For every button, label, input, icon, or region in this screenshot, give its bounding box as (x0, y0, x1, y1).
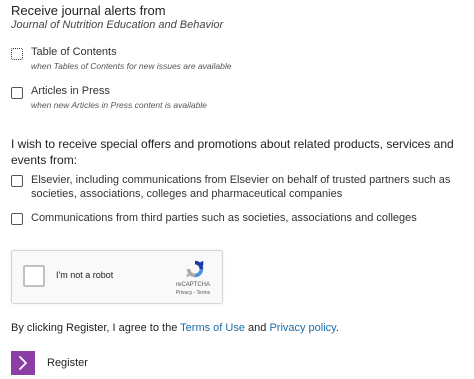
offers-intro: I wish to receive special offers and pro… (11, 137, 454, 167)
aip-label: Articles in Press (31, 85, 110, 97)
aip-description: when new Articles in Press content is av… (31, 100, 207, 110)
recaptcha-label: I'm not a robot (56, 270, 114, 280)
recaptcha-terms[interactable]: Privacy - Terms (167, 290, 219, 296)
elsevier-checkbox[interactable] (11, 175, 23, 187)
alerts-heading: Receive journal alerts from (11, 3, 166, 18)
journal-name: Journal of Nutrition Education and Behav… (11, 19, 224, 31)
agreement-middle: and (244, 322, 270, 334)
privacy-policy-link[interactable]: Privacy policy (269, 322, 335, 334)
recaptcha-checkbox[interactable] (23, 265, 45, 287)
chevron-right-icon[interactable] (11, 351, 35, 375)
third-party-checkbox[interactable] (11, 213, 23, 225)
agreement-text: By clicking Register, I agree to the Ter… (11, 322, 339, 334)
agreement-suffix: . (335, 322, 339, 334)
aip-checkbox[interactable] (11, 87, 23, 99)
third-party-label: Communications from third parties such a… (31, 212, 417, 224)
elsevier-label: Elsevier, including communications from … (31, 174, 451, 200)
recaptcha-brand: reCAPTCHA (175, 282, 210, 288)
register-button[interactable]: Register (11, 351, 88, 375)
toc-description: when Tables of Contents for new issues a… (31, 61, 232, 71)
recaptcha-widget: I'm not a robot reCAPTCHA Privacy - Term… (11, 250, 223, 304)
recaptcha-logo-icon (186, 260, 204, 278)
toc-label: Table of Contents (31, 46, 117, 58)
toc-checkbox[interactable] (11, 48, 23, 60)
agreement-prefix: By clicking Register, I agree to the (11, 322, 181, 334)
terms-of-use-link[interactable]: Terms of Use (180, 322, 245, 334)
register-label[interactable]: Register (47, 357, 88, 369)
